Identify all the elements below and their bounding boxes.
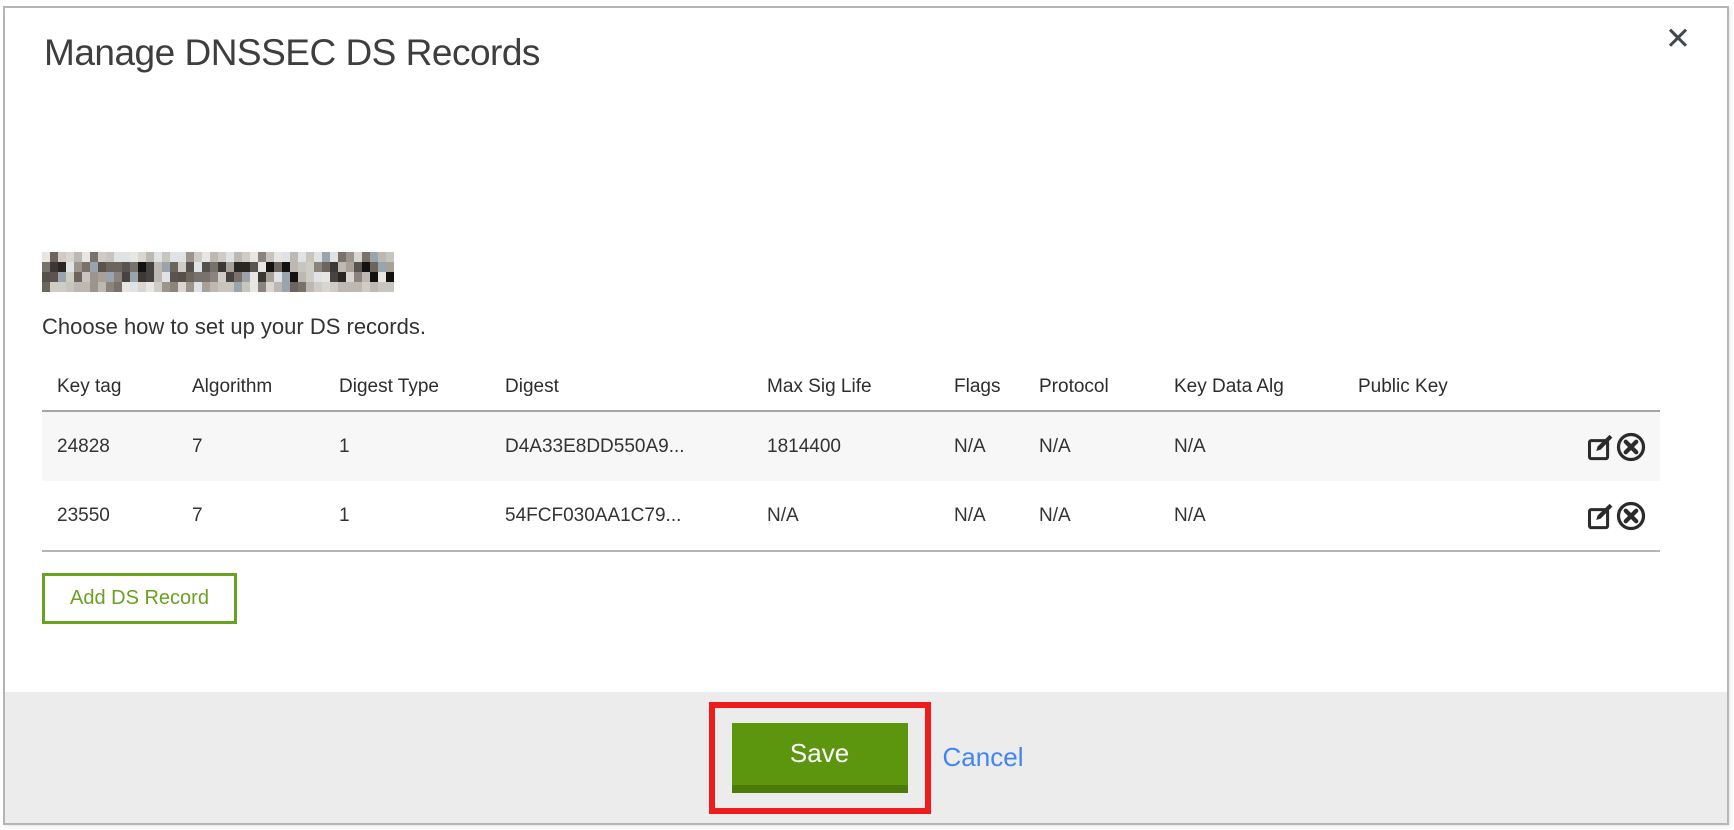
cell-digest: 54FCF030AA1C79... [490,481,752,551]
add-ds-record-button[interactable]: Add DS Record [42,573,237,624]
edit-icon[interactable] [1586,433,1614,461]
cell-protocol: N/A [1024,411,1159,481]
cell-flags: N/A [939,481,1024,551]
dialog-footer: Save Cancel [5,692,1727,823]
redacted-domain-name [42,252,394,292]
table-row: 23550 7 1 54FCF030AA1C79... N/A N/A N/A … [42,481,1660,551]
cell-key-data-alg: N/A [1159,411,1343,481]
col-header-algorithm: Algorithm [177,363,324,411]
cell-key-data-alg: N/A [1159,481,1343,551]
col-header-actions [1565,363,1660,411]
cell-digest-type: 1 [324,411,490,481]
cell-key-tag: 24828 [42,411,177,481]
cancel-link[interactable]: Cancel [943,742,1024,773]
cell-max-sig-life: 1814400 [752,411,939,481]
cell-max-sig-life: N/A [752,481,939,551]
manage-dnssec-dialog: Manage DNSSEC DS Records ✕ Choose how to… [3,6,1729,825]
col-header-protocol: Protocol [1024,363,1159,411]
col-header-digest-type: Digest Type [324,363,490,411]
ds-records-table: Key tag Algorithm Digest Type Digest Max… [42,363,1660,552]
row-actions [1565,481,1660,551]
col-header-key-data-alg: Key Data Alg [1159,363,1343,411]
col-header-digest: Digest [490,363,752,411]
col-header-key-tag: Key tag [42,363,177,411]
cell-digest: D4A33E8DD550A9... [490,411,752,481]
save-highlight-annotation: Save [709,702,931,814]
close-icon[interactable]: ✕ [1665,24,1691,55]
delete-icon[interactable] [1616,432,1646,462]
cell-public-key [1343,411,1565,481]
cell-digest-type: 1 [324,481,490,551]
edit-icon[interactable] [1586,502,1614,530]
cell-public-key [1343,481,1565,551]
save-button[interactable]: Save [732,723,908,793]
table-header-row: Key tag Algorithm Digest Type Digest Max… [42,363,1660,411]
col-header-flags: Flags [939,363,1024,411]
delete-icon[interactable] [1616,501,1646,531]
cell-algorithm: 7 [177,481,324,551]
cell-algorithm: 7 [177,411,324,481]
col-header-max-sig-life: Max Sig Life [752,363,939,411]
col-header-public-key: Public Key [1343,363,1565,411]
table-row: 24828 7 1 D4A33E8DD550A9... 1814400 N/A … [42,411,1660,481]
cell-protocol: N/A [1024,481,1159,551]
page-title: Manage DNSSEC DS Records [44,32,540,74]
row-actions [1565,411,1660,481]
cell-flags: N/A [939,411,1024,481]
intro-text: Choose how to set up your DS records. [42,314,426,340]
cell-key-tag: 23550 [42,481,177,551]
